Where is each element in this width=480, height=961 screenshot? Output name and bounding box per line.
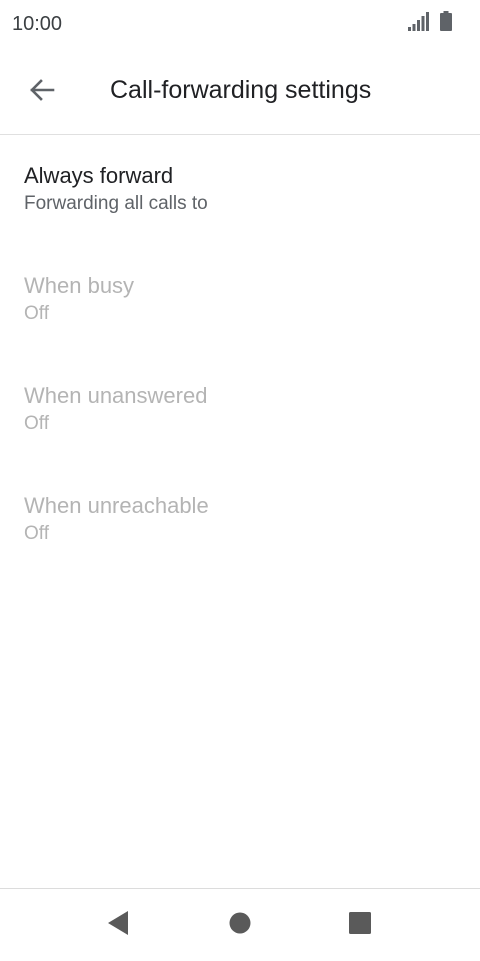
nav-home-button[interactable] — [224, 909, 256, 941]
setting-summary: Off — [24, 523, 49, 544]
setting-summary: Off — [24, 413, 49, 434]
setting-when-unanswered[interactable]: When unanswered Off — [0, 355, 480, 465]
back-triangle-icon — [106, 910, 130, 941]
setting-title: When unreachable — [24, 493, 209, 518]
setting-title: When unanswered — [24, 383, 208, 408]
arrow-back-icon — [29, 78, 55, 106]
recents-square-icon — [349, 911, 371, 939]
page-title: Call-forwarding settings — [110, 76, 372, 104]
app-bar: Call-forwarding settings — [0, 50, 480, 135]
nav-recents-button[interactable] — [344, 909, 376, 941]
status-icons — [408, 11, 452, 36]
setting-summary: Off — [24, 303, 49, 324]
back-button[interactable] — [22, 72, 62, 112]
signal-icon — [408, 11, 430, 36]
status-time: 10:00 — [12, 13, 63, 35]
status-bar: 10:00 — [0, 0, 480, 50]
settings-list: Always forward Forwarding all calls to W… — [0, 135, 480, 575]
setting-always-forward[interactable]: Always forward Forwarding all calls to — [0, 135, 480, 245]
navigation-bar — [0, 888, 480, 961]
setting-summary: Forwarding all calls to — [24, 193, 208, 214]
nav-back-button[interactable] — [102, 909, 134, 941]
setting-when-busy[interactable]: When busy Off — [0, 245, 480, 355]
battery-icon — [440, 11, 452, 36]
setting-when-unreachable[interactable]: When unreachable Off — [0, 465, 480, 575]
home-circle-icon — [229, 912, 251, 939]
setting-title: Always forward — [24, 163, 174, 188]
setting-title: When busy — [24, 273, 135, 298]
